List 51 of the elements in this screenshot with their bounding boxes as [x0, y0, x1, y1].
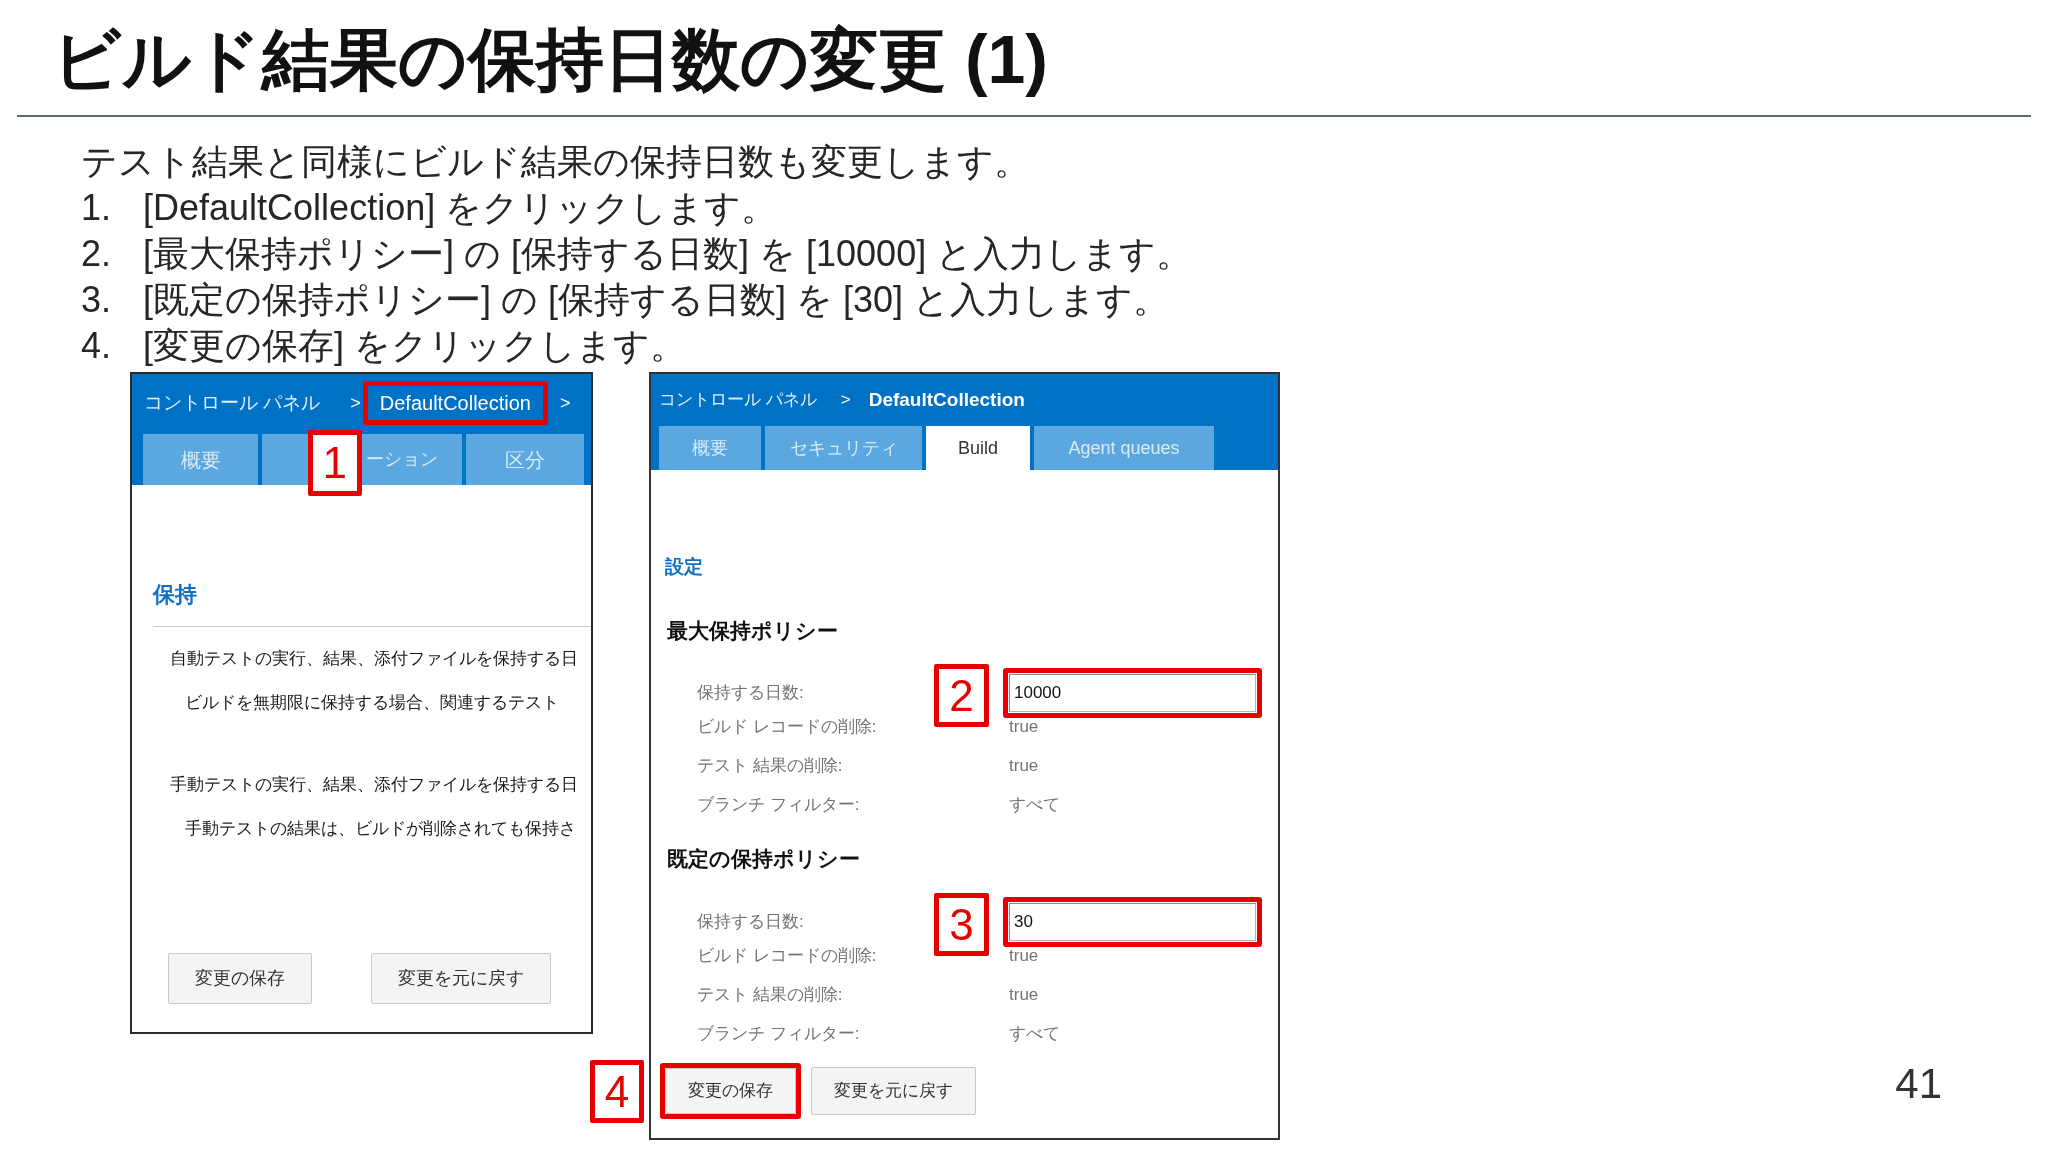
field-label: ブランチ フィルター:: [697, 1022, 860, 1045]
field-value: すべて: [1009, 1022, 1060, 1045]
breadcrumb-separator: >: [840, 389, 851, 412]
description-text: 手動テストの実行、結果、添付ファイルを保持する日: [169, 774, 578, 796]
field-value: true: [1009, 715, 1039, 738]
field-value: すべて: [1009, 793, 1060, 816]
field-label: テスト 結果の削除:: [697, 754, 843, 777]
step-number: 2.: [81, 232, 112, 276]
step-number: 3.: [81, 278, 112, 322]
save-button[interactable]: 変更の保存: [665, 1068, 796, 1114]
step-number: 1.: [81, 186, 112, 230]
description-text: ビルドを無期限に保持する場合、関連するテスト: [184, 692, 559, 714]
revert-button[interactable]: 変更を元に戻す: [811, 1067, 976, 1115]
step-text: [DefaultCollection] をクリックします。: [143, 186, 778, 230]
description-text: 手動テストの結果は、ビルドが削除されても保持さ: [184, 818, 576, 840]
input-field[interactable]: 30: [1009, 903, 1256, 941]
save-button[interactable]: 変更の保存: [168, 953, 312, 1004]
step-marker: 1: [307, 430, 362, 496]
breadcrumb-separator: >: [350, 391, 361, 415]
section-heading: 設定: [665, 555, 703, 579]
section-heading: 保持: [153, 581, 197, 609]
field-label: 保持する日数:: [697, 911, 804, 934]
step-text: [既定の保持ポリシー] の [保持する日数] を [30] と入力します。: [143, 278, 1170, 322]
intro-text: テスト結果と同様にビルド結果の保持日数も変更します。: [81, 140, 1030, 184]
section-heading: 既定の保持ポリシー: [666, 846, 860, 872]
field-label: ビルド レコードの削除:: [697, 715, 877, 738]
breadcrumb-link[interactable]: DefaultCollection: [379, 388, 531, 418]
field-label: 保持する日数:: [697, 682, 804, 705]
description-text: 自動テストの実行、結果、添付ファイルを保持する日: [169, 648, 578, 670]
field-label: テスト 結果の削除:: [697, 983, 843, 1006]
section-heading: 最大保持ポリシー: [666, 618, 838, 644]
breadcrumb-link[interactable]: DefaultCollection: [868, 385, 1025, 415]
step-text: [最大保持ポリシー] の [保持する日数] を [10000] と入力します。: [143, 232, 1193, 276]
step-marker: 3: [934, 893, 989, 956]
step-number: 4.: [81, 324, 112, 368]
step-marker: 4: [590, 1060, 644, 1123]
field-value: true: [1009, 944, 1039, 967]
breadcrumb-separator: >: [560, 391, 571, 415]
step-text: [変更の保存] をクリックします。: [143, 324, 687, 368]
tab[interactable]: Build: [926, 426, 1030, 470]
page-number: 41: [1895, 1059, 1942, 1109]
breadcrumb-link[interactable]: コントロール パネル: [659, 387, 817, 413]
input-field[interactable]: 10000: [1009, 674, 1256, 712]
field-label: ビルド レコードの削除:: [697, 944, 877, 967]
revert-button[interactable]: 変更を元に戻す: [371, 953, 551, 1004]
slide-title: ビルド結果の保持日数の変更 (1): [51, 20, 1048, 99]
breadcrumb-link[interactable]: コントロール パネル: [144, 388, 321, 418]
step-marker: 2: [934, 664, 989, 727]
field-label: ブランチ フィルター:: [697, 793, 860, 816]
field-value: true: [1009, 983, 1039, 1006]
field-value: true: [1009, 754, 1039, 777]
